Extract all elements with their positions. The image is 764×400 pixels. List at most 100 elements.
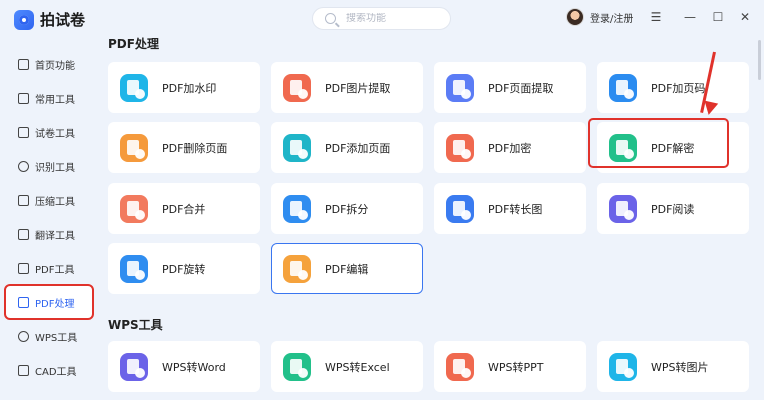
tool-pdf-encrypt[interactable]: PDF加密 [434, 122, 586, 173]
tool-label: PDF加密 [488, 141, 532, 155]
scan-icon [18, 160, 29, 172]
tool-label: PDF解密 [651, 141, 695, 155]
tool-label: WPS转图片 [651, 360, 709, 374]
sidebar-item-label: 首页功能 [35, 60, 75, 72]
app-logo: 拍试卷 [14, 9, 85, 30]
user-login[interactable]: 登录/注册 [566, 8, 633, 26]
annotation-arrow-head [701, 100, 719, 117]
wps-to-excel-icon [283, 352, 311, 381]
tool-pdf-edit[interactable]: PDF编辑 [271, 243, 423, 294]
tool-wps-to-excel[interactable]: WPS转Excel [271, 341, 423, 392]
tool-label: PDF旋转 [162, 262, 206, 276]
tool-pdf-delete-page[interactable]: PDF删除页面 [108, 122, 260, 173]
wps-to-image-icon [609, 352, 637, 381]
tool-label: PDF合并 [162, 202, 206, 216]
tool-label: PDF转长图 [488, 202, 543, 216]
sidebar-item-label: PDF处理 [35, 298, 75, 310]
pdf-delete-page-icon [120, 133, 148, 162]
tool-label: PDF加页码 [651, 81, 706, 95]
sidebar-item-cad-tools[interactable]: CAD工具 [10, 356, 96, 384]
tool-label: PDF删除页面 [162, 141, 228, 155]
pdf-watermark-icon [120, 73, 148, 102]
search-box[interactable] [312, 7, 451, 30]
sidebar-item-label: 试卷工具 [35, 128, 75, 140]
minimize-icon[interactable]: — [682, 9, 698, 25]
tool-pdf-split[interactable]: PDF拆分 [271, 183, 423, 234]
sidebar-item-compress-tools[interactable]: 压缩工具 [10, 186, 96, 214]
tool-label: PDF添加页面 [325, 141, 391, 155]
close-icon[interactable]: ✕ [737, 9, 753, 25]
tool-wps-to-ppt[interactable]: WPS转PPT [434, 341, 586, 392]
sidebar-item-label: PDF工具 [35, 264, 75, 276]
tool-pdf-page-number[interactable]: PDF加页码 [597, 62, 749, 113]
sidebar-item-recognition-tools[interactable]: 识别工具 [10, 152, 96, 180]
sidebar-item-paper-tools[interactable]: 试卷工具 [10, 118, 96, 146]
tool-pdf-add-page[interactable]: PDF添加页面 [271, 122, 423, 173]
tool-label: PDF编辑 [325, 262, 369, 276]
tool-pdf-image-extract[interactable]: PDF图片提取 [271, 62, 423, 113]
tool-pdf-to-long-image[interactable]: PDF转长图 [434, 183, 586, 234]
pdf-split-icon [283, 194, 311, 223]
tool-pdf-page-extract[interactable]: PDF页面提取 [434, 62, 586, 113]
tool-label: PDF图片提取 [325, 81, 391, 95]
tool-pdf-decrypt[interactable]: PDF解密 [597, 122, 749, 173]
sidebar-item-label: CAD工具 [35, 366, 77, 378]
tool-label: PDF拆分 [325, 202, 369, 216]
pdf-read-icon [609, 194, 637, 223]
paper-icon [18, 126, 29, 138]
sidebar-item-label: 识别工具 [35, 162, 75, 174]
tool-label: WPS转PPT [488, 360, 544, 374]
pdf-to-long-image-icon [446, 194, 474, 223]
sidebar-item-label: 翻译工具 [35, 230, 75, 242]
pdf-edit-icon [283, 254, 311, 283]
tool-label: PDF加水印 [162, 81, 217, 95]
wps-to-word-icon [120, 352, 148, 381]
search-icon [325, 13, 336, 24]
section-title-pdf: PDF处理 [108, 37, 159, 51]
sidebar-item-home[interactable]: 首页功能 [10, 50, 96, 78]
cad-icon [18, 364, 29, 376]
tool-pdf-watermark[interactable]: PDF加水印 [108, 62, 260, 113]
tool-pdf-rotate[interactable]: PDF旋转 [108, 243, 260, 294]
tool-label: WPS转Excel [325, 360, 390, 374]
home-icon [18, 58, 29, 70]
layers-icon [18, 92, 29, 104]
scrollbar[interactable] [758, 40, 761, 80]
app-title: 拍试卷 [40, 11, 86, 29]
pdf-rotate-icon [120, 254, 148, 283]
section-title-wps: WPS工具 [108, 318, 163, 332]
menu-icon[interactable]: ☰ [648, 9, 664, 25]
pdf-icon [18, 262, 29, 274]
tool-wps-to-image[interactable]: WPS转图片 [597, 341, 749, 392]
sidebar-item-label: 压缩工具 [35, 196, 75, 208]
pdf-decrypt-icon [609, 133, 637, 162]
camera-logo-icon [14, 9, 34, 30]
sidebar-item-wps-tools[interactable]: WPS工具 [10, 322, 96, 350]
pdf-page-number-icon [609, 73, 637, 102]
sidebar: 首页功能 常用工具 试卷工具 识别工具 压缩工具 翻译工具 PDF工具 PDF处… [0, 36, 100, 400]
tool-pdf-read[interactable]: PDF阅读 [597, 183, 749, 234]
avatar[interactable] [566, 8, 584, 26]
pdf-add-page-icon [283, 133, 311, 162]
sidebar-item-pdf-processing[interactable]: PDF处理 [4, 284, 94, 320]
pdf-merge-icon [120, 194, 148, 223]
translate-icon [18, 228, 29, 240]
pdf-page-extract-icon [446, 73, 474, 102]
sidebar-item-label: WPS工具 [35, 332, 78, 344]
wps-to-ppt-icon [446, 352, 474, 381]
maximize-icon[interactable]: ☐ [710, 9, 726, 25]
compress-icon [18, 194, 29, 206]
search-input[interactable] [346, 13, 446, 24]
tool-label: PDF阅读 [651, 202, 695, 216]
tool-label: PDF页面提取 [488, 81, 554, 95]
tool-wps-to-word[interactable]: WPS转Word [108, 341, 260, 392]
tool-pdf-merge[interactable]: PDF合并 [108, 183, 260, 234]
sidebar-item-translate-tools[interactable]: 翻译工具 [10, 220, 96, 248]
wps-icon [18, 330, 29, 342]
login-register-link[interactable]: 登录/注册 [590, 10, 633, 25]
sidebar-item-pdf-tools[interactable]: PDF工具 [10, 254, 96, 282]
pdf-edit-icon [18, 296, 29, 308]
tool-label: WPS转Word [162, 360, 226, 374]
sidebar-item-common-tools[interactable]: 常用工具 [10, 84, 96, 112]
title-bar: 拍试卷 登录/注册 ☰ — ☐ ✕ [0, 0, 764, 36]
